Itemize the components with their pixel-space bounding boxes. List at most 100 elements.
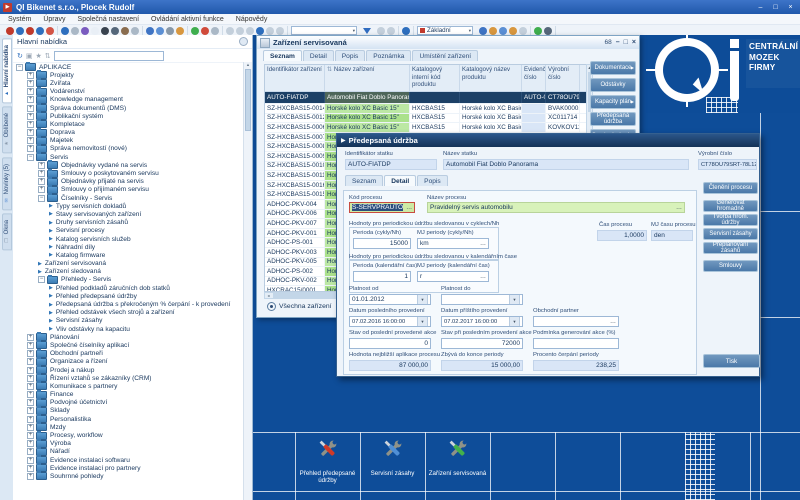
expand-expander-icon[interactable]: +	[27, 440, 34, 447]
za-zen-servisovan--shortcut[interactable]: Zařízení servisovaná	[425, 436, 490, 496]
column-header-1[interactable]: Identifikátor zařízení	[265, 65, 325, 91]
tree-item[interactable]: +Kompletace	[13, 120, 244, 128]
binoculars-icon[interactable]	[101, 27, 109, 35]
nav-last-icon[interactable]	[36, 27, 44, 35]
kapacity-pl-n-button[interactable]: Kapacity plán▶	[590, 95, 636, 109]
sort-icon[interactable]: ⇅	[45, 52, 51, 60]
chevron-down-icon[interactable]: ▾	[468, 28, 472, 34]
last-date-field[interactable]: 07.02.2016 16:00:00▼	[349, 316, 431, 327]
tree-item[interactable]: +Společné číselníky aplikací	[13, 341, 244, 349]
dialog-tab-detail[interactable]: Detail	[384, 175, 416, 186]
table-row[interactable]: AUTO-FIATDPAutomobil Fiat Doblo Panorama…	[265, 92, 587, 104]
tree-item[interactable]: +Správa dokumentů (DMS)	[13, 104, 244, 112]
sidebar-tab-okna[interactable]: ❐Okna	[2, 213, 12, 250]
window-close-button[interactable]: ×	[632, 39, 636, 46]
expand-expander-icon[interactable]: +	[27, 145, 34, 152]
expand-expander-icon[interactable]: +	[38, 178, 45, 185]
next-date-field[interactable]: 07.02.2017 16:00:00▼	[441, 316, 523, 327]
state-at-field[interactable]: 72000	[441, 338, 523, 349]
column-header-4[interactable]: Katalogový název produktu	[460, 65, 522, 91]
menu-item-3[interactable]: Společná nastavení	[78, 16, 140, 23]
tree-item[interactable]: +Doprava	[13, 129, 244, 137]
copy-icon[interactable]	[156, 27, 164, 35]
collapse-expander-icon[interactable]: −	[27, 154, 34, 161]
nav-first-icon[interactable]	[6, 27, 14, 35]
tree-item[interactable]: +Plánování	[13, 333, 244, 341]
tree-item[interactable]: ▶Servisní procesy	[13, 227, 244, 235]
odst-vky-button[interactable]: Odstávky	[590, 78, 636, 92]
tree-item[interactable]: +Organizace a řízení	[13, 358, 244, 366]
expand-expander-icon[interactable]: +	[38, 186, 45, 193]
column-header-6[interactable]: Výrobní číslo	[546, 65, 580, 91]
tree-item[interactable]: +Finance	[13, 391, 244, 399]
expand-expander-icon[interactable]: +	[27, 375, 34, 382]
valid-from-field[interactable]: 01.01.2012▼	[349, 294, 431, 305]
condition-field[interactable]	[533, 338, 619, 349]
smlouvy-button[interactable]: Smlouvy	[703, 260, 758, 272]
collapse-expander-icon[interactable]: −	[38, 276, 45, 283]
expand-expander-icon[interactable]: +	[27, 399, 34, 406]
expand-expander-icon[interactable]: +	[27, 473, 34, 480]
history-1-icon[interactable]	[226, 27, 234, 35]
tree-item[interactable]: +Správa nemovitostí (nové)	[13, 145, 244, 153]
history-4-icon[interactable]	[256, 27, 264, 35]
menu-item-5[interactable]: Nápovědy	[236, 16, 268, 23]
grid-icon[interactable]	[519, 27, 527, 35]
tree-item[interactable]: +Zvířata	[13, 79, 244, 87]
collapse-expander-icon[interactable]: −	[16, 64, 23, 71]
desktop-icon[interactable]	[479, 27, 487, 35]
tree-item[interactable]: +Projekty	[13, 71, 244, 79]
close-button[interactable]: ×	[784, 2, 797, 12]
search-replace-icon[interactable]	[111, 27, 119, 35]
dokumentace-button[interactable]: Dokumentace▶	[590, 61, 636, 75]
preview-icon[interactable]	[131, 27, 139, 35]
link-icon[interactable]	[534, 27, 542, 35]
cycle-period-field[interactable]: 15000	[353, 238, 411, 249]
expand-expander-icon[interactable]: +	[27, 96, 34, 103]
nav-stop-icon[interactable]	[46, 27, 54, 35]
devices-tab-seznam[interactable]: Seznam	[263, 50, 302, 61]
expand-expander-icon[interactable]: +	[27, 448, 34, 455]
sidebar-tab-novinky-5-[interactable]: ✉Novinky (5)	[2, 157, 12, 210]
chevron-down-icon[interactable]: ▼	[417, 316, 428, 327]
tree-item[interactable]: ▶Zařízení servisovaná	[13, 260, 244, 268]
tree-item[interactable]: ▶Typy servisních dokladů	[13, 202, 244, 210]
p-epl-nov-n-z-sah--button[interactable]: Přeplánování zásahů	[703, 242, 758, 254]
filter-set-icon[interactable]	[387, 27, 395, 35]
lookup-icon[interactable]: …	[477, 274, 486, 280]
filter-clear-icon[interactable]	[377, 27, 385, 35]
process-code-field[interactable]: S-SERVPRAUTO…	[349, 202, 415, 213]
tree-item[interactable]: +Souhrnné pohledy	[13, 472, 244, 480]
expand-expander-icon[interactable]: +	[27, 342, 34, 349]
state-since-field[interactable]: 0	[349, 338, 431, 349]
expand-expander-icon[interactable]: +	[27, 80, 34, 87]
p-edepsan-dr-ba-button[interactable]: Předepsaná údržba	[590, 112, 636, 126]
window-maximize-button[interactable]: □	[624, 39, 628, 46]
cut-icon[interactable]	[166, 27, 174, 35]
tree-search-input[interactable]	[54, 51, 164, 61]
lookup-icon[interactable]: …	[403, 205, 412, 211]
chevron-down-icon[interactable]: ▼	[417, 294, 428, 305]
lookup-icon[interactable]: …	[673, 205, 682, 211]
menu-item-2[interactable]: Úpravy	[43, 16, 65, 23]
tree-item[interactable]: ▶Přehled předepsané údržby	[13, 292, 244, 300]
add-record-icon[interactable]	[191, 27, 199, 35]
expand-expander-icon[interactable]: +	[27, 407, 34, 414]
device-filter-radio[interactable]: Všechna zařízení	[267, 302, 332, 311]
chevron-down-icon[interactable]: ▼	[509, 316, 520, 327]
expand-expander-icon[interactable]: +	[27, 350, 34, 357]
maximize-button[interactable]: □	[769, 2, 782, 12]
paste-icon[interactable]	[176, 27, 184, 35]
tree-item[interactable]: +Nářadí	[13, 448, 244, 456]
column-header-2[interactable]: ⇅ Název zařízení	[325, 65, 410, 91]
calendar-period-field[interactable]: 1	[353, 271, 411, 282]
expand-expander-icon[interactable]: +	[27, 334, 34, 341]
dialog-tab-seznam[interactable]: Seznam	[345, 175, 383, 186]
expand-expander-icon[interactable]: +	[27, 88, 34, 95]
tree-item[interactable]: +Podvojné účetnictví	[13, 399, 244, 407]
tree-item[interactable]: +Komunikace s partnery	[13, 382, 244, 390]
lookup-icon[interactable]: …	[477, 241, 486, 247]
history-5-icon[interactable]	[266, 27, 274, 35]
refresh-tree-icon[interactable]: ↻	[17, 52, 23, 60]
favorite-icon[interactable]: ★	[36, 52, 42, 60]
